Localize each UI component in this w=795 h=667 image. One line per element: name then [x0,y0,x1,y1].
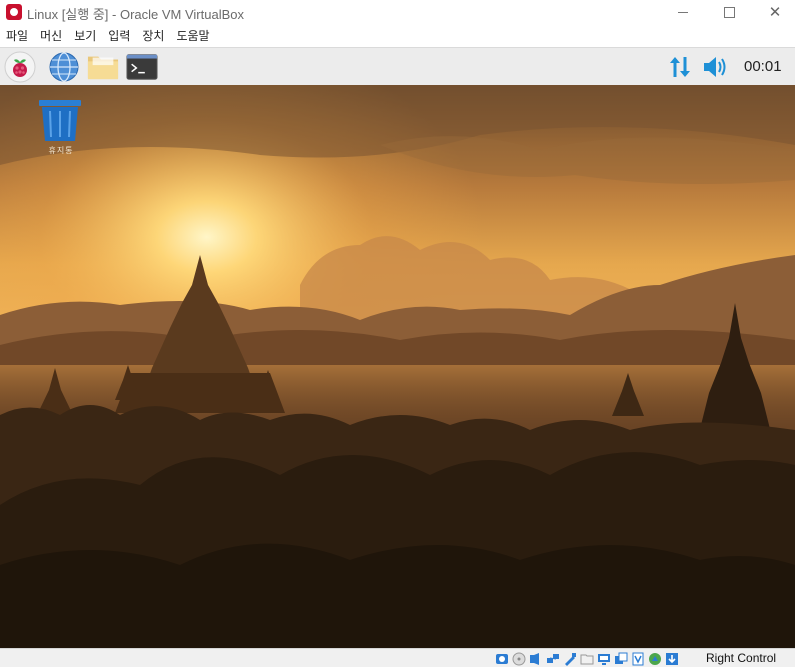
wallpaper-image [0,85,795,648]
menu-file[interactable]: 파일 [0,26,34,46]
web-browser-icon [49,52,79,82]
window-title: Linux [실행 중] - Oracle VM VirtualBox [27,7,244,22]
terminal-button[interactable] [126,51,158,83]
raspberry-pi-icon [4,51,36,83]
menu-view[interactable]: 보기 [68,26,102,46]
file-manager-icon [87,56,119,80]
network-icon[interactable] [545,651,560,666]
usb-icon[interactable] [562,651,577,666]
audio-icon[interactable] [528,651,543,666]
shared-folders-icon[interactable] [579,651,594,666]
web-browser-button[interactable] [48,51,80,83]
close-icon: ✕ [768,3,782,21]
trash-icon[interactable] [36,97,84,145]
title-bar[interactable]: Linux [실행 중] - Oracle VM VirtualBox ✕ [0,0,795,24]
video-capture-icon[interactable] [613,651,628,666]
status-icons [494,651,679,666]
menu-input[interactable]: 입력 [102,26,136,46]
clock[interactable]: 00:01 [744,58,782,75]
display-icon[interactable] [596,651,611,666]
virtualbox-app-icon[interactable] [6,4,22,20]
menu-help[interactable]: 도움말 [170,26,215,46]
trash-label[interactable]: 휴지통 [35,145,87,156]
menu-machine[interactable]: 머신 [34,26,68,46]
terminal-icon [126,54,158,80]
menu-devices[interactable]: 장치 [136,26,170,46]
maximize-button[interactable] [706,0,752,24]
guest-taskbar: 00:01 [0,47,795,86]
host-key-label[interactable]: Right Control [706,651,776,665]
volume-icon [704,57,726,77]
minimize-icon [678,11,688,13]
raspberry-menu-button[interactable] [4,51,36,83]
status-bar: Right Control [0,648,795,667]
file-manager-button[interactable] [87,51,119,83]
mouse-integration-icon[interactable] [647,651,662,666]
close-button[interactable]: ✕ [752,0,795,24]
keyboard-icon[interactable] [664,651,679,666]
network-tray-button[interactable] [664,51,696,83]
network-transfer-icon [670,57,690,77]
maximize-icon [723,6,735,18]
virtualization-icon[interactable] [630,651,645,666]
hard-disk-icon[interactable] [494,651,509,666]
menu-bar: 파일 머신 보기 입력 장치 도움말 [0,26,795,46]
optical-drive-icon[interactable] [511,651,526,666]
minimize-button[interactable] [660,0,706,24]
volume-tray-button[interactable] [700,51,732,83]
virtualbox-window: Linux [실행 중] - Oracle VM VirtualBox ✕ 파일… [0,0,795,667]
desktop-wallpaper[interactable]: 휴지통 [0,85,795,648]
